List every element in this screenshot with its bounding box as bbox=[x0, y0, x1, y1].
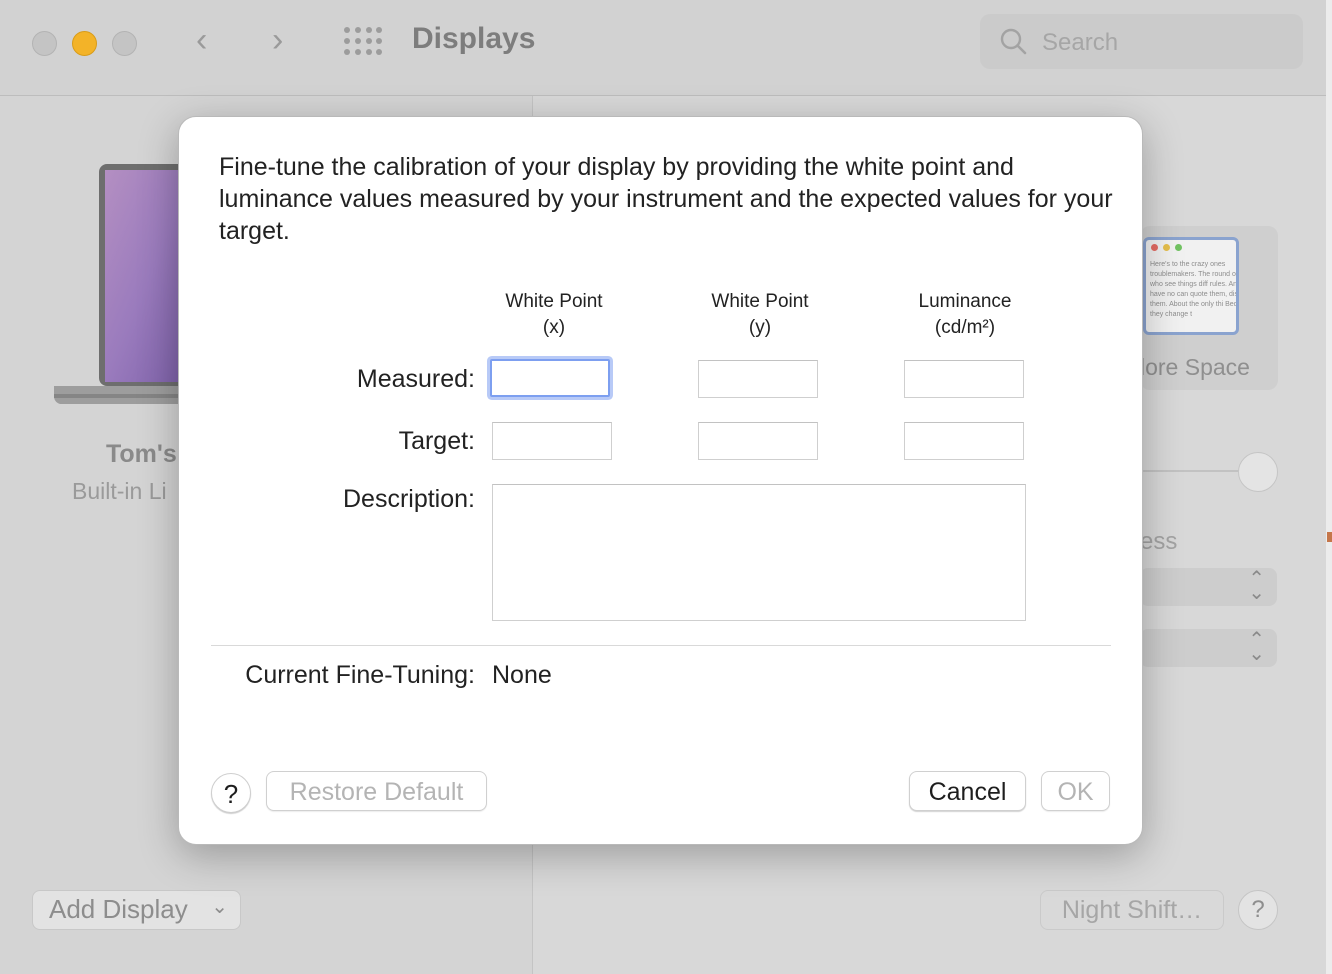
ok-button[interactable]: OK bbox=[1041, 771, 1110, 811]
night-shift-button[interactable]: Night Shift… bbox=[1040, 890, 1224, 930]
refresh-rate-popup[interactable]: ⌃ ⌄ bbox=[1140, 629, 1277, 667]
target-white-point-y-field[interactable] bbox=[698, 422, 818, 460]
more-space-preview: Here's to the crazy ones troublemakers. … bbox=[1143, 237, 1239, 335]
measured-white-point-x-field[interactable] bbox=[490, 359, 610, 397]
column-header-luminance: Luminance (cd/m²) bbox=[895, 289, 1035, 341]
measured-luminance-field[interactable] bbox=[904, 360, 1024, 398]
forward-icon[interactable]: › bbox=[272, 20, 283, 60]
chevron-down-icon: ⌄ bbox=[211, 896, 228, 918]
column-header-line: Luminance bbox=[918, 291, 1012, 312]
preview-text: Here's to the crazy ones troublemakers. … bbox=[1150, 261, 1239, 318]
target-luminance-field[interactable] bbox=[904, 422, 1024, 460]
help-button-background[interactable]: ? bbox=[1238, 890, 1278, 930]
description-textarea[interactable] bbox=[492, 484, 1026, 621]
adjacent-window-edge bbox=[1326, 0, 1332, 974]
column-header-white-point-y: White Point (y) bbox=[690, 289, 830, 341]
more-space-label: lore Space bbox=[1140, 354, 1250, 380]
description-label: Description: bbox=[343, 485, 475, 513]
column-header-line: White Point bbox=[505, 291, 603, 312]
column-header-line: (y) bbox=[748, 317, 772, 338]
zoom-window-button[interactable] bbox=[112, 31, 137, 56]
column-header-line: White Point bbox=[711, 291, 809, 312]
measured-white-point-y-field[interactable] bbox=[698, 360, 818, 398]
column-header-line: (x) bbox=[542, 317, 566, 338]
divider bbox=[211, 645, 1111, 646]
display-subtitle: Built-in Li bbox=[72, 478, 167, 504]
up-down-chevron-icon: ⌃ ⌄ bbox=[1248, 629, 1265, 665]
minimize-window-button[interactable] bbox=[72, 31, 97, 56]
measured-label: Measured: bbox=[356, 365, 475, 393]
window-title: Displays bbox=[412, 22, 536, 55]
calibration-sheet: Fine-tune the calibration of your displa… bbox=[178, 116, 1143, 845]
target-label: Target: bbox=[398, 427, 475, 455]
help-button[interactable]: ? bbox=[211, 773, 251, 813]
current-fine-tuning-label: Current Fine-Tuning: bbox=[245, 661, 475, 689]
add-display-label: Add Display bbox=[49, 894, 188, 924]
intro-text: Fine-tune the calibration of your displa… bbox=[219, 153, 1113, 245]
column-header-white-point-x: White Point (x) bbox=[484, 289, 624, 341]
macbook-display-icon[interactable] bbox=[54, 164, 194, 409]
brightness-label-fragment: ess bbox=[1140, 528, 1178, 555]
show-all-grid-icon[interactable] bbox=[344, 27, 382, 57]
title-bar: ‹ › Displays bbox=[0, 0, 1326, 96]
brightness-slider-track[interactable] bbox=[1140, 470, 1240, 472]
column-header-line: (cd/m²) bbox=[934, 317, 996, 338]
brightness-slider-knob[interactable] bbox=[1238, 452, 1278, 492]
search-icon bbox=[1000, 28, 1027, 55]
cancel-button[interactable]: Cancel bbox=[909, 771, 1026, 811]
current-fine-tuning-value: None bbox=[492, 661, 552, 689]
preset-popup[interactable]: ⌃ ⌄ bbox=[1140, 568, 1277, 606]
up-down-chevron-icon: ⌃ ⌄ bbox=[1248, 568, 1265, 604]
search-field[interactable] bbox=[980, 14, 1303, 69]
close-window-button[interactable] bbox=[32, 31, 57, 56]
back-icon[interactable]: ‹ bbox=[196, 20, 207, 60]
add-display-popup[interactable]: Add Display ⌄ bbox=[32, 890, 241, 930]
restore-default-button[interactable]: Restore Default bbox=[266, 771, 487, 811]
target-white-point-x-field[interactable] bbox=[492, 422, 612, 460]
display-name: Tom's bbox=[106, 440, 177, 468]
adjacent-window-mark bbox=[1327, 532, 1332, 542]
search-input[interactable] bbox=[1040, 26, 1284, 60]
